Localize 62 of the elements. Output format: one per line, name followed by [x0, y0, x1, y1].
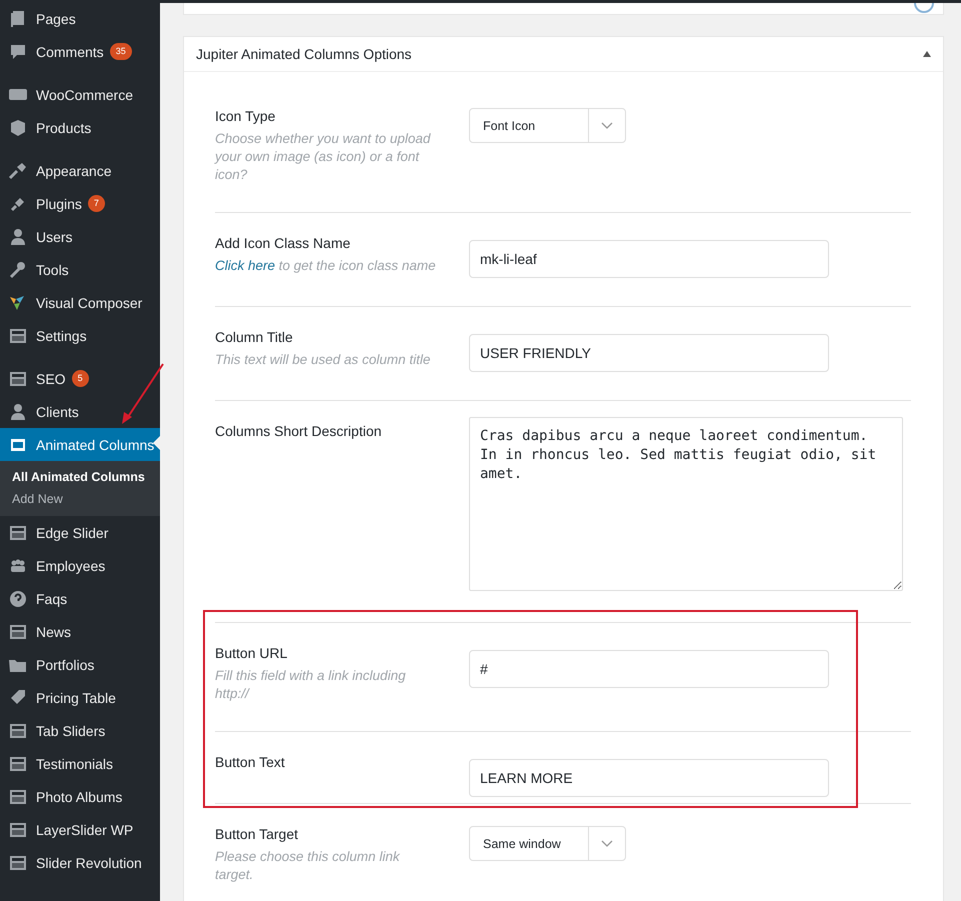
sidebar-item[interactable]: Tab Sliders — [0, 714, 160, 747]
sidebar-item[interactable]: Users — [0, 220, 160, 253]
submenu-item[interactable]: All Animated Columns — [0, 466, 160, 488]
pointer-icon — [153, 436, 160, 450]
field-label: Columns Short Description — [215, 423, 383, 439]
toggle-icon[interactable] — [923, 51, 931, 57]
wrench-icon — [8, 260, 28, 280]
field-label: Button URL — [215, 645, 288, 661]
field-label: Button Target — [215, 826, 300, 842]
sidebar-item[interactable]: Animated Columns — [0, 428, 160, 461]
question-icon — [8, 588, 28, 608]
field-description: Click here to get the icon class name — [215, 257, 437, 275]
paintbrush-icon — [8, 160, 28, 180]
chevron-down-icon — [601, 122, 613, 130]
sidebar-item[interactable]: News — [0, 615, 160, 648]
chevron-down-icon — [601, 840, 613, 848]
dropdown[interactable]: Font Icon — [469, 108, 626, 143]
sidebar-item[interactable]: Photo Albums — [0, 780, 160, 813]
sidebar-item[interactable]: Faqs — [0, 582, 160, 615]
dropdown[interactable]: Same window — [469, 826, 626, 861]
sidebar-item[interactable]: Pages — [0, 2, 160, 35]
sidebar-item[interactable]: Edge Slider — [0, 516, 160, 549]
text-field[interactable]: # — [469, 650, 829, 688]
sidebar-item[interactable]: SEO 5 — [0, 362, 160, 395]
link[interactable]: Click here — [215, 258, 276, 273]
field-label: Add Icon Class Name — [215, 235, 352, 251]
text-field[interactable]: mk-li-leaf — [469, 240, 829, 278]
user-icon — [8, 226, 28, 246]
sidebar-item[interactable]: Employees — [0, 549, 160, 582]
panel-header[interactable]: Jupiter Animated Columns Options — [184, 37, 943, 72]
user-icon — [8, 402, 28, 422]
panel-title: Jupiter Animated Columns Options — [196, 46, 412, 62]
sidebar-item[interactable]: Plugins 7 — [0, 187, 160, 220]
field-description: Please choose this column link target. — [215, 848, 401, 884]
sidebar-item[interactable]: Clients — [0, 395, 160, 428]
sidebar-item[interactable]: Slider Revolution — [0, 846, 160, 879]
sidebar-item[interactable]: Portfolios — [0, 648, 160, 681]
field-description: This text will be used as column title — [215, 351, 432, 369]
sidebar-item[interactable]: Tools — [0, 253, 160, 286]
sidebar-item[interactable]: Comments 35 — [0, 35, 160, 68]
sidebar-item[interactable]: LayerSlider WP — [0, 813, 160, 846]
count-badge: 5 — [72, 370, 89, 387]
sidebar-item[interactable]: Visual Composer — [0, 286, 160, 319]
field-description: Fill this field with a link including http:// — [215, 667, 407, 703]
text-field[interactable]: USER FRIENDLY — [469, 334, 829, 372]
sidebar-item[interactable]: Pricing Table — [0, 681, 160, 714]
sidebar-item[interactable]: Testimonials — [0, 747, 160, 780]
field-label: Icon Type — [215, 108, 276, 124]
sidebar-item[interactable]: Appearance — [0, 154, 160, 187]
count-badge: 7 — [88, 195, 105, 212]
submenu-item[interactable]: Add New — [0, 488, 160, 510]
sidebar-item[interactable]: WooCommerce — [0, 78, 160, 111]
field-description: Choose whether you want to upload your own image (as icon) or a font icon? — [215, 130, 432, 184]
text-area[interactable]: Cras dapibus arcu a neque laoreet condimentum. In in rhoncus leo. Sed mattis feugiat odio, sit amet. — [469, 417, 903, 591]
sidebar-item[interactable]: Settings — [0, 319, 160, 352]
count-badge: 35 — [110, 43, 132, 60]
text-field[interactable]: LEARN MORE — [469, 759, 829, 797]
field-label: Column Title — [215, 329, 294, 345]
field-label: Button Text — [215, 754, 286, 770]
sidebar-item[interactable]: Products — [0, 111, 160, 144]
annotation-arrow — [120, 362, 166, 426]
box-icon — [8, 118, 28, 138]
